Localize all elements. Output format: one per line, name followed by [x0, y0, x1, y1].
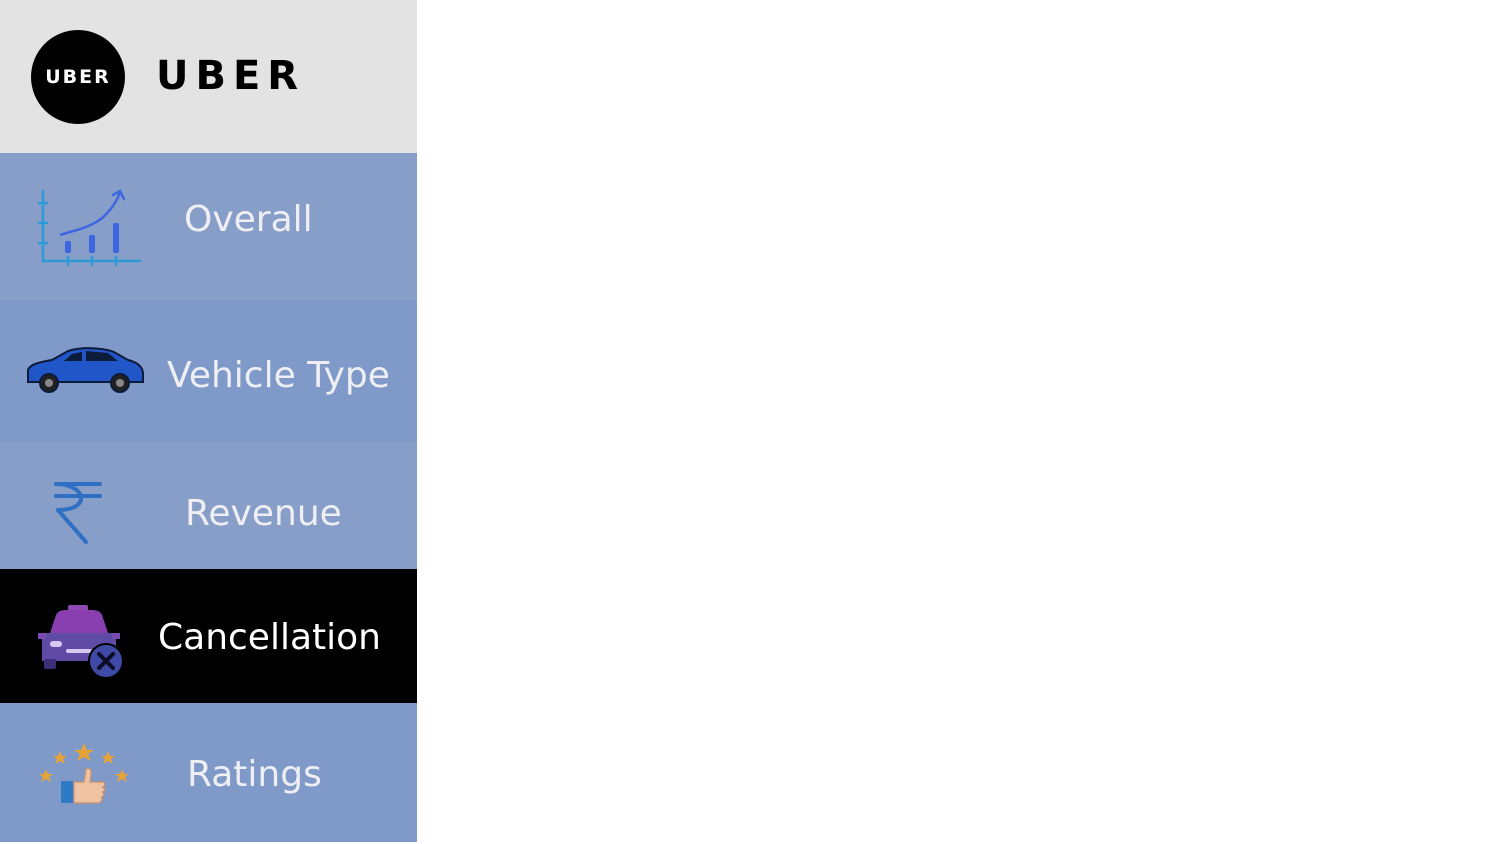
nav-item-vehicle-type[interactable]: Vehicle Type — [0, 300, 417, 442]
car-icon — [27, 347, 144, 393]
brand-header: UBER UBER — [0, 0, 417, 153]
taxi-cancel-icon — [38, 605, 124, 679]
thumbs-up-stars-icon — [39, 743, 129, 804]
chart-growth-icon — [37, 189, 142, 267]
uber-logo: UBER — [31, 30, 125, 124]
nav-label-ratings: Ratings — [187, 754, 322, 795]
brand-name: UBER — [156, 53, 306, 99]
nav-label-revenue: Revenue — [185, 493, 342, 534]
main-content-area — [417, 0, 1500, 844]
rupee-icon — [54, 482, 102, 544]
nav-label-vehicle-type: Vehicle Type — [167, 355, 390, 396]
nav-item-revenue[interactable]: Revenue — [0, 442, 417, 569]
nav-item-cancellation[interactable]: Cancellation — [0, 569, 417, 703]
nav-item-ratings[interactable]: Ratings — [0, 703, 417, 842]
nav-label-overall: Overall — [184, 199, 313, 240]
nav-label-cancellation: Cancellation — [158, 617, 381, 658]
sidebar: UBER UBER Overall Vehicle Type Revenue C… — [0, 0, 417, 844]
nav-item-overall[interactable]: Overall — [0, 153, 417, 300]
uber-logo-text: UBER — [45, 66, 111, 88]
